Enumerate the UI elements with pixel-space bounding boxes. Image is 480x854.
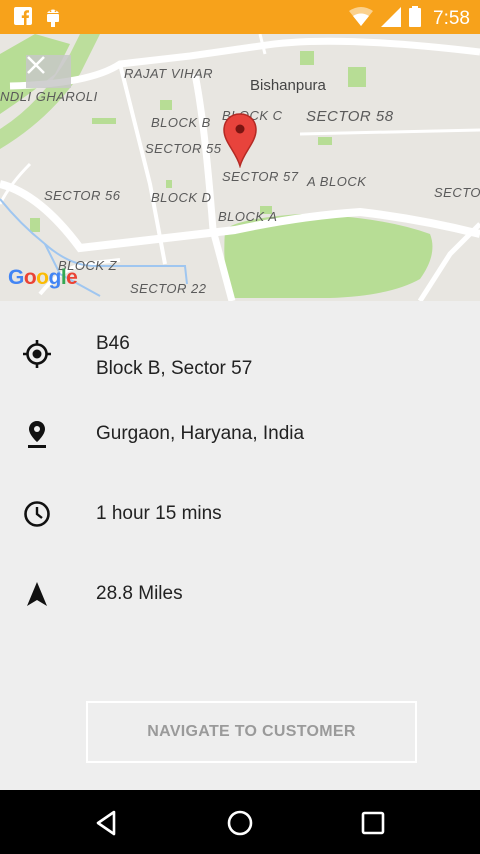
map-label-sector-58: SECTOR 58	[306, 108, 394, 125]
close-map-button[interactable]	[26, 55, 71, 88]
my-location-icon	[22, 339, 52, 369]
status-bar: 7:58	[0, 0, 480, 34]
android-debug-icon	[44, 7, 62, 32]
cell-signal-icon	[381, 6, 402, 32]
map-label-sector-57: SECTOR 57	[222, 169, 299, 184]
map-label-rajat-vihar: RAJAT VIHAR	[124, 66, 214, 81]
google-logo: Google	[8, 266, 78, 289]
navigate-to-customer-button[interactable]: NAVIGATE TO CUSTOMER	[86, 701, 417, 763]
address-row: B46 Block B, Sector 57	[0, 333, 480, 383]
map-label-sector-22: SECTOR 22	[130, 281, 207, 296]
map-view[interactable]: RAJAT VIHAR Bishanpura NDLI GHAROLI BLOC…	[0, 34, 480, 301]
home-icon[interactable]	[225, 808, 255, 838]
duration-text: 1 hour 15 mins	[96, 503, 222, 524]
city-row: Gurgaon, Haryana, India	[0, 419, 480, 449]
map-label-block-a: BLOCK A	[218, 209, 278, 224]
address-line-1: B46	[96, 333, 130, 354]
battery-icon	[409, 6, 422, 32]
back-icon[interactable]	[92, 808, 122, 838]
map-label-sector-right: SECTO	[434, 185, 480, 200]
map-label-a-block: A BLOCK	[307, 174, 367, 189]
place-icon	[22, 419, 52, 449]
map-label-block-d: BLOCK D	[151, 190, 212, 205]
recents-icon[interactable]	[358, 808, 388, 838]
map-label-bishanpura: Bishanpura	[250, 77, 326, 94]
clock-icon	[22, 499, 52, 529]
map-label-ndli-gharoli: NDLI GHAROLI	[0, 89, 98, 104]
system-nav-bar	[0, 790, 480, 854]
close-icon	[27, 56, 45, 74]
map-label-block-b: BLOCK B	[151, 115, 211, 130]
duration-row: 1 hour 15 mins	[0, 499, 480, 529]
clock-time: 7:58	[433, 8, 470, 29]
map-label-sector-56: SECTOR 56	[44, 188, 121, 203]
wifi-icon	[349, 6, 374, 32]
map-label-sector-55: SECTOR 55	[145, 141, 222, 156]
address-line-2: Block B, Sector 57	[96, 358, 253, 379]
distance-text: 28.8 Miles	[96, 583, 183, 604]
navigation-arrow-icon	[22, 579, 52, 609]
distance-row: 28.8 Miles	[0, 579, 480, 609]
city-text: Gurgaon, Haryana, India	[96, 423, 305, 444]
facebook-icon	[14, 7, 32, 32]
